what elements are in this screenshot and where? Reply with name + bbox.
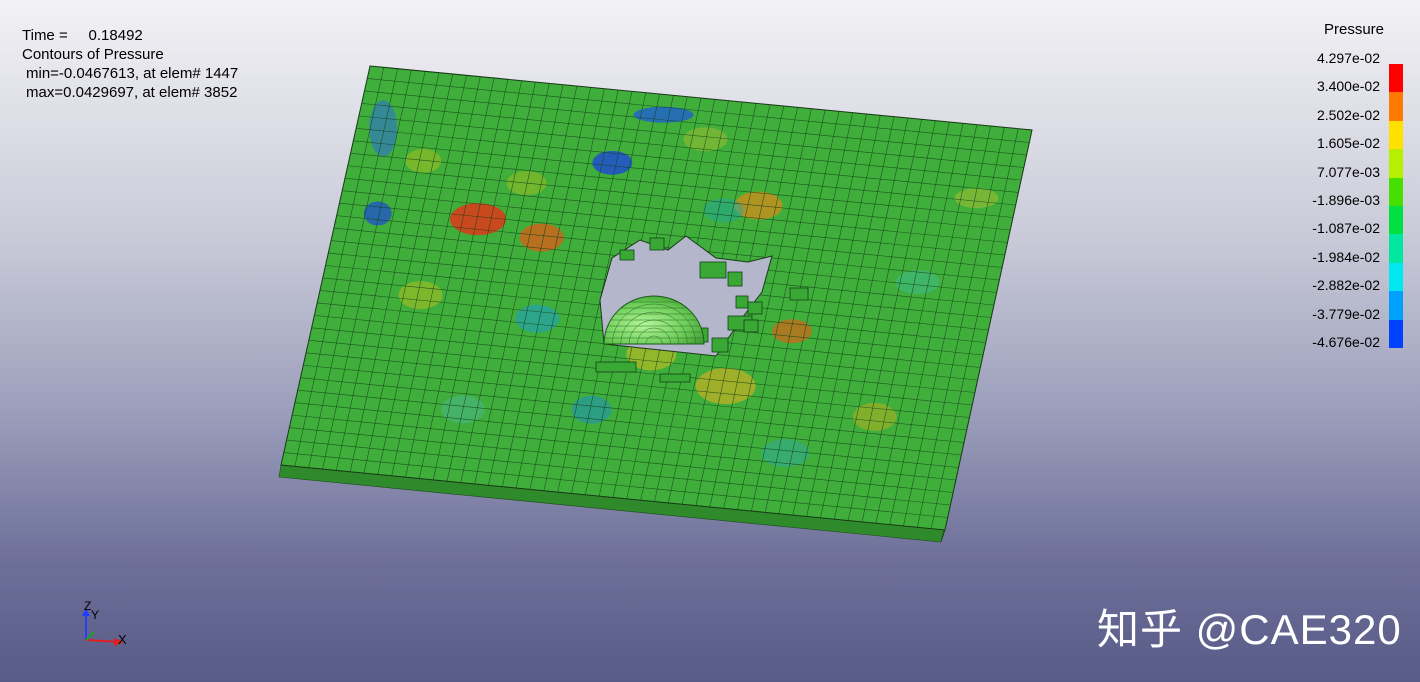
y-axis-line bbox=[85, 631, 95, 641]
contour-blob bbox=[761, 439, 810, 468]
coordinate-triad: Z Y X bbox=[74, 596, 144, 656]
contour-blob bbox=[405, 148, 442, 173]
contour-blob bbox=[695, 368, 756, 405]
eroded-element bbox=[699, 261, 727, 279]
contour-blob bbox=[571, 395, 612, 424]
model-viewport[interactable] bbox=[0, 0, 1420, 682]
eroded-element bbox=[595, 361, 637, 373]
watermark: 知乎 @CAE320 bbox=[1097, 606, 1402, 653]
eroded-element bbox=[735, 295, 749, 309]
contour-blob bbox=[398, 281, 443, 310]
contour-blob bbox=[369, 100, 398, 157]
eroded-element bbox=[711, 337, 729, 353]
contour-blob bbox=[450, 203, 507, 236]
eroded-element bbox=[747, 301, 763, 315]
eroded-element bbox=[659, 373, 691, 383]
eroded-element bbox=[727, 271, 743, 287]
eroded-element bbox=[649, 237, 665, 251]
eroded-element bbox=[743, 319, 759, 333]
eroded-element bbox=[619, 249, 635, 261]
x-axis-label: X bbox=[118, 632, 127, 647]
contour-blob bbox=[771, 319, 812, 344]
contour-blob bbox=[852, 402, 897, 431]
y-axis-label: Y bbox=[91, 608, 99, 622]
eroded-element bbox=[789, 287, 809, 301]
contour-blob bbox=[519, 223, 564, 252]
